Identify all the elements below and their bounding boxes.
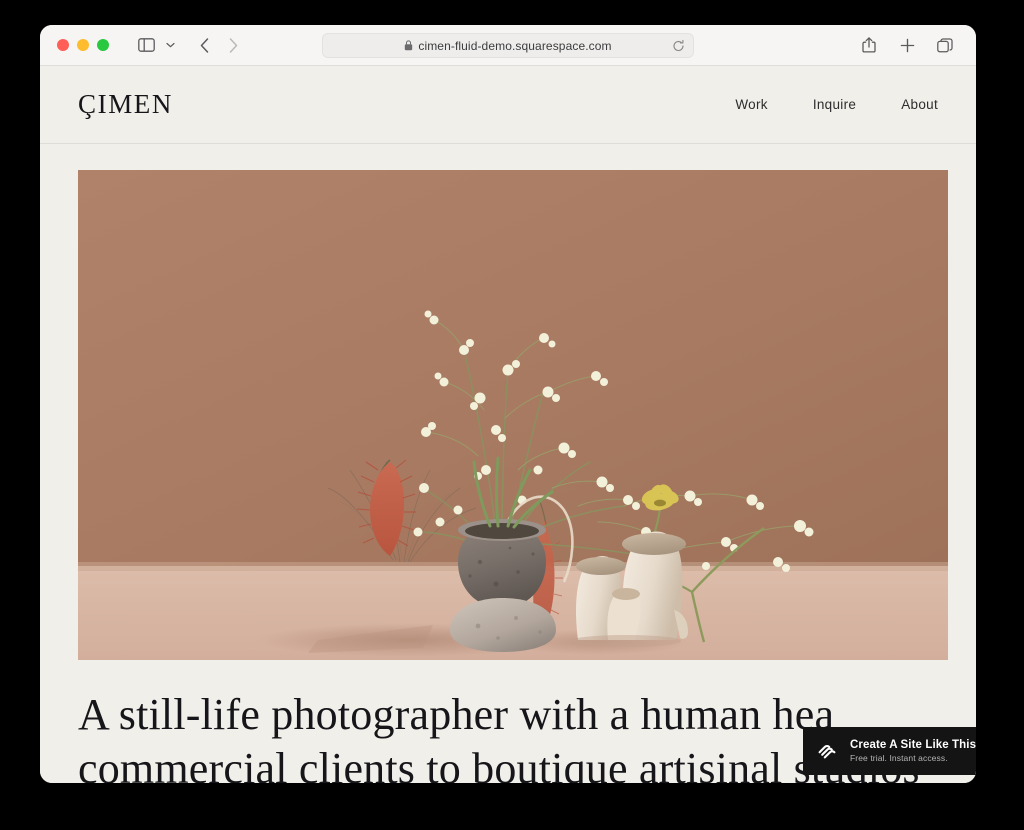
site-logo[interactable]: ÇIMEN (78, 89, 173, 120)
nav-item-inquire[interactable]: Inquire (813, 97, 856, 112)
minimize-window-button[interactable] (77, 39, 89, 51)
site-nav: Work Inquire About (735, 97, 938, 112)
headline-line-1: A still-life photographer with a human h… (78, 690, 835, 739)
hero-section (40, 144, 976, 660)
badge-subtitle: Free trial. Instant access. (850, 753, 948, 763)
badge-title: Create A Site Like This (850, 739, 976, 751)
plus-icon[interactable] (894, 33, 920, 57)
site-header: ÇIMEN Work Inquire About (40, 66, 976, 144)
browser-toolbar: cimen-fluid-demo.squarespace.com (40, 25, 976, 66)
browser-window: cimen-fluid-demo.squarespace.com ÇIMEN W… (40, 25, 976, 783)
chevron-down-icon[interactable] (162, 33, 178, 57)
close-window-button[interactable] (57, 39, 69, 51)
badge-text: Create A Site Like This Free trial. Inst… (850, 739, 976, 763)
url-text: cimen-fluid-demo.squarespace.com (418, 38, 612, 53)
back-button[interactable] (191, 33, 217, 57)
reload-icon[interactable] (672, 39, 685, 52)
desktop-background: cimen-fluid-demo.squarespace.com ÇIMEN W… (0, 0, 1024, 830)
hero-image[interactable] (78, 170, 948, 660)
maximize-window-button[interactable] (97, 39, 109, 51)
lock-icon (404, 40, 413, 51)
toolbar-actions (856, 33, 958, 57)
nav-item-about[interactable]: About (901, 97, 938, 112)
window-controls (57, 39, 109, 51)
nav-item-work[interactable]: Work (735, 97, 767, 112)
create-site-badge[interactable]: Create A Site Like This Free trial. Inst… (803, 727, 976, 775)
address-bar[interactable]: cimen-fluid-demo.squarespace.com (322, 33, 694, 58)
squarespace-logo-icon (815, 739, 839, 763)
navigation-controls (133, 33, 246, 57)
tab-overview-icon[interactable] (932, 33, 958, 57)
web-page-content: ÇIMEN Work Inquire About A still-life ph… (40, 66, 976, 783)
share-icon[interactable] (856, 33, 882, 57)
forward-button[interactable] (220, 33, 246, 57)
sidebar-icon[interactable] (133, 33, 159, 57)
